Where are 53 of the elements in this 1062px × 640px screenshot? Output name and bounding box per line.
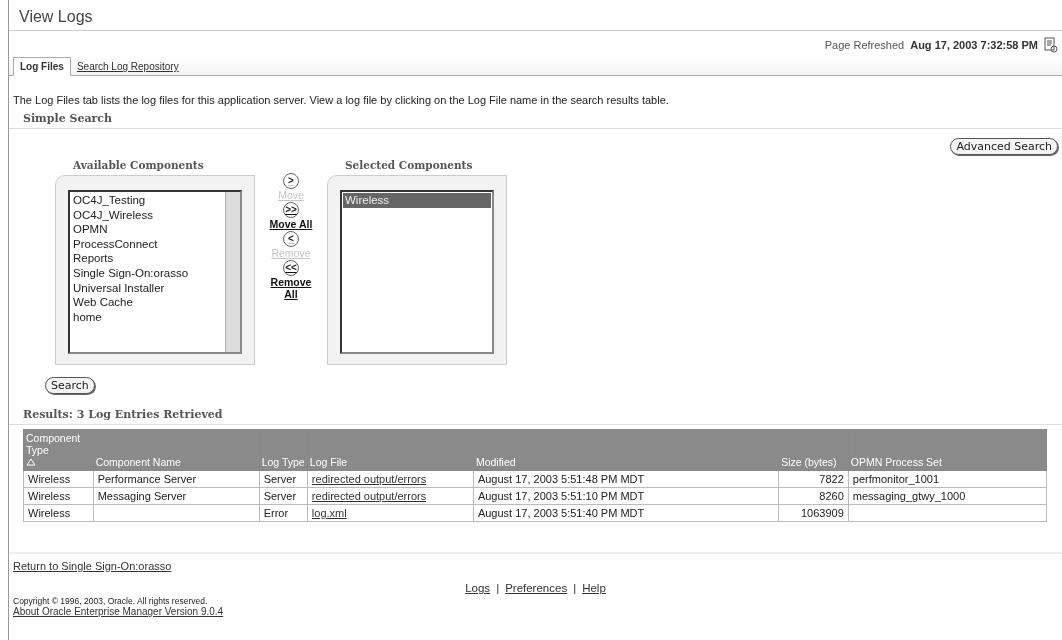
log-file-link[interactable]: log.xml — [311, 507, 347, 519]
footer-link[interactable]: Help — [582, 582, 606, 594]
table-cell: 7822 — [819, 473, 844, 485]
list-item[interactable]: Wireless — [343, 193, 491, 208]
table-cell: Performance Server — [97, 473, 197, 485]
about-link[interactable]: About Oracle Enterprise Manager Version 9.0.4 — [13, 606, 224, 617]
list-item[interactable]: OPMN — [71, 222, 224, 237]
list-item[interactable]: Web Cache — [71, 295, 224, 310]
list-item[interactable]: OC4J_Wireless — [71, 207, 224, 223]
refreshed-time: Aug 17, 2003 7:32:58 PM — [910, 39, 1038, 51]
table-cell: Wireless — [28, 473, 71, 485]
scrollbar[interactable] — [225, 192, 240, 352]
list-item[interactable]: home — [71, 309, 224, 325]
list-box[interactable]: OC4J_Testing OC4J_Wireless OPMN ProcessConnect Reports Single Sign-On:orasso Universal Installer Web Cache home — [68, 190, 242, 354]
refresh-icon[interactable] — [1044, 37, 1058, 53]
table-cell: August 17, 2003 5:51:48 PM MDT — [477, 473, 645, 485]
shuttle-link[interactable]: >> Move All — [269, 202, 313, 230]
list-item[interactable]: Universal Installer — [71, 280, 224, 296]
table-cell: 1063909 — [800, 507, 844, 519]
list-label: Available Components — [72, 159, 205, 173]
return-link[interactable]: Return to Single Sign-On:orasso — [13, 560, 172, 572]
table-cell: 8260 — [819, 490, 844, 502]
list-item[interactable]: Reports — [71, 251, 224, 266]
footer-link[interactable]: Preferences — [505, 582, 568, 594]
list-item[interactable]: Single Sign-On:orasso — [71, 265, 224, 281]
footer-link[interactable]: Logs — [465, 582, 491, 594]
page-title: View Logs — [9, 8, 1062, 31]
tab[interactable]: Log Files — [13, 57, 71, 76]
link-separator: | — [573, 582, 577, 594]
table-cell: messaging_gtwy_1000 — [852, 490, 966, 502]
table-cell: August 17, 2003 5:51:40 PM MDT — [477, 507, 645, 519]
table-cell: perfmonitor_1001 — [852, 473, 940, 485]
link-separator: | — [496, 582, 500, 594]
section-heading: Simple Search — [9, 110, 1062, 129]
refreshed-label: Page Refreshed — [824, 39, 905, 51]
table-cell: Server — [263, 490, 297, 502]
description-text: The Log Files tab lists the log files for this application server. View a log file by clicking on the Log File name in the search results table. — [12, 93, 670, 108]
shuttle-link[interactable]: << Remove All — [263, 260, 319, 300]
list-label: Selected Components — [344, 159, 474, 173]
list-item[interactable]: OC4J_Testing — [71, 193, 224, 208]
table-cell: Server — [263, 473, 297, 485]
results-heading: Results: 3 Log Entries Retrieved — [9, 394, 1062, 425]
list-item[interactable]: ProcessConnect — [71, 236, 224, 252]
copyright-text: Copyright © 1996, 2003, Oracle. All rights reserved. — [13, 595, 209, 606]
table-cell: August 17, 2003 5:51:10 PM MDT — [477, 490, 645, 502]
tab[interactable]: Search Log Repository — [70, 58, 185, 75]
search-button[interactable]: Search — [45, 377, 95, 394]
table-cell: Wireless — [28, 507, 71, 519]
table-cell: Error — [263, 507, 289, 519]
table-cell: Wireless — [28, 490, 71, 502]
advanced-search-button[interactable]: Advanced Search — [950, 138, 1058, 155]
list-box[interactable]: Wireless — [340, 190, 494, 354]
table-cell: Messaging Server — [97, 490, 187, 502]
